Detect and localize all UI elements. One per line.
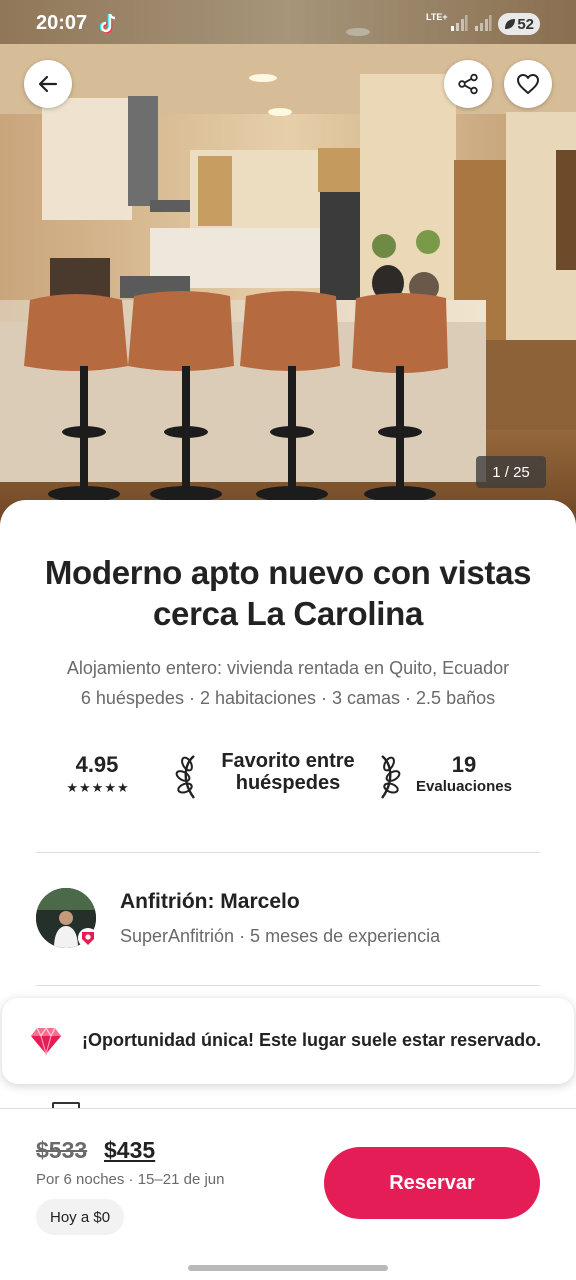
home-indicator[interactable] (188, 1265, 388, 1271)
arrow-left-icon (38, 75, 58, 93)
signal-icon (451, 15, 468, 31)
tiktok-icon (100, 13, 116, 34)
laurel-left-icon (175, 755, 195, 799)
stay-dates[interactable]: Por 6 noches · 15–21 de jun (36, 1171, 224, 1188)
status-bar: 20:07 LTE+ 52 (0, 0, 576, 44)
pay-today-badge: Hoy a $0 (36, 1199, 125, 1235)
listing-photo[interactable]: 1 / 25 (0, 0, 576, 530)
original-price: $533 (36, 1137, 88, 1163)
heart-outline-icon (517, 74, 539, 94)
reviews-label[interactable]: Evaluaciones (404, 778, 524, 795)
reviews-count[interactable]: 19 (414, 752, 514, 778)
favorite-button[interactable] (504, 60, 552, 108)
network-label: LTE+ (426, 12, 448, 22)
listing-title: Moderno apto nuevo con vistas cerca La C… (44, 554, 532, 632)
rating-stars: ★★★★★ (66, 780, 130, 795)
discounted-price[interactable]: $435 (104, 1137, 155, 1164)
divider (36, 852, 540, 853)
battery-level: 52 (517, 15, 534, 33)
battery-indicator: 52 (498, 13, 540, 35)
superhost-badge-icon (78, 928, 98, 948)
battery-saver-icon (505, 19, 515, 29)
listing-details-summary: 6 huéspedes · 2 habitaciones · 3 camas ·… (80, 688, 496, 708)
reserve-button[interactable]: Reservar (324, 1147, 540, 1219)
rare-find-text: ¡Oportunidad única! Este lugar suele est… (82, 1030, 542, 1050)
share-icon (458, 73, 478, 95)
guest-favorite-label: Favorito entre huéspedes (221, 750, 355, 794)
signal-icon (475, 15, 492, 31)
laurel-right-icon (381, 755, 401, 799)
divider (36, 985, 540, 986)
photo-counter: 1 / 25 (476, 456, 546, 488)
rare-find-banner: ¡Oportunidad única! Este lugar suele est… (2, 998, 574, 1084)
share-button[interactable] (444, 60, 492, 108)
host-info: SuperAnfitrión · 5 meses de experiencia (120, 926, 441, 946)
listing-subtitle: Alojamiento entero: vivienda rentada en … (66, 658, 510, 678)
back-button[interactable] (24, 60, 72, 108)
reservation-footer: $533 $435 Por 6 noches · 15–21 de jun Ho… (0, 1108, 576, 1280)
diamond-icon (31, 1026, 61, 1056)
host-name[interactable]: Anfitrión: Marcelo (120, 890, 300, 914)
status-time: 20:07 (36, 12, 88, 34)
rating-value: 4.95 (75, 752, 119, 777)
stats-row: 4.95 ★★★★★ Favorito entre huéspedes 19 E… (36, 750, 540, 810)
